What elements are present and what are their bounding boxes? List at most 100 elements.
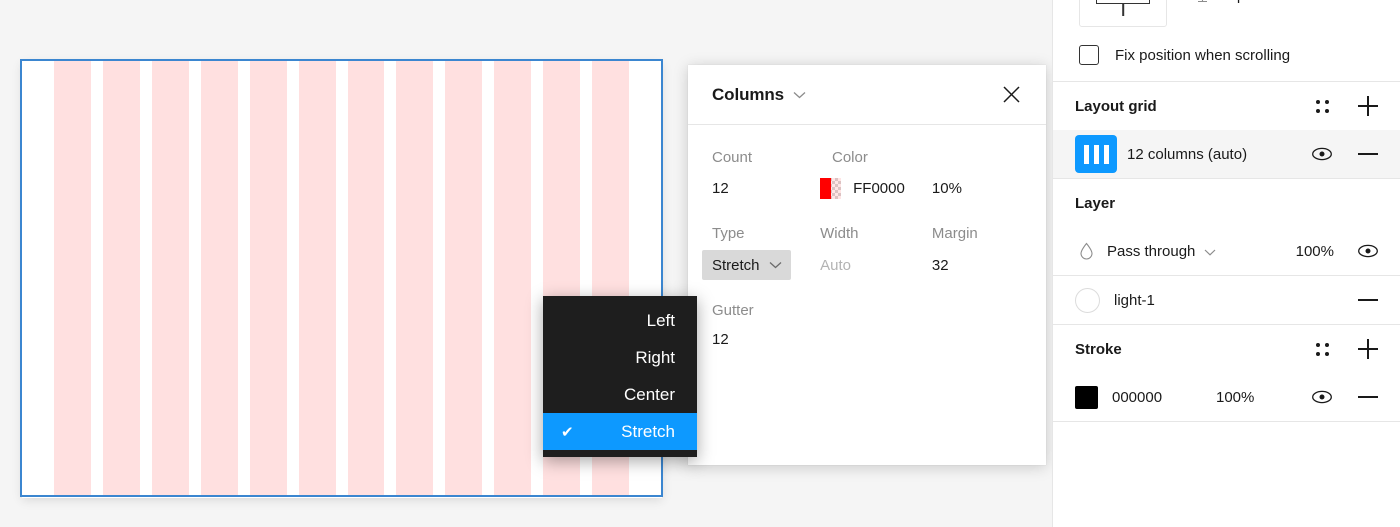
chevron-down-icon[interactable] bbox=[793, 86, 806, 104]
grid-column bbox=[54, 61, 91, 495]
effect-style-row[interactable]: light-1 bbox=[1053, 276, 1400, 324]
grid-gutter bbox=[433, 61, 445, 495]
color-field[interactable]: FF0000 bbox=[820, 178, 932, 199]
grid-gutter bbox=[238, 61, 250, 495]
grid-column bbox=[445, 61, 483, 495]
layout-grid-section: Layout grid 12 columns (auto) bbox=[1053, 82, 1400, 179]
plus-icon[interactable] bbox=[1356, 337, 1380, 361]
columns-grid-icon[interactable] bbox=[1075, 135, 1117, 173]
stroke-color-swatch[interactable] bbox=[1075, 385, 1098, 409]
layout-grid-label: 12 columns (auto) bbox=[1127, 145, 1248, 163]
menu-item-left[interactable]: Left bbox=[543, 302, 697, 339]
layer-title: Layer bbox=[1075, 194, 1116, 212]
fix-position-label: Fix position when scrolling bbox=[1115, 46, 1291, 64]
gutter-input[interactable]: 12 bbox=[712, 331, 832, 348]
menu-item-label: Left bbox=[646, 310, 675, 330]
menu-item-label: Right bbox=[635, 347, 675, 367]
plus-icon[interactable] bbox=[1356, 94, 1380, 118]
minus-icon[interactable] bbox=[1356, 142, 1380, 166]
layer-opacity-input[interactable]: 100% bbox=[1296, 243, 1334, 260]
grid-column bbox=[102, 61, 140, 495]
grid-gutter bbox=[482, 61, 494, 495]
grid-column bbox=[151, 61, 189, 495]
menu-item-label: Stretch bbox=[621, 421, 675, 441]
vertical-constraint-value: Top bbox=[1221, 0, 1245, 4]
styles-icon[interactable] bbox=[1310, 94, 1334, 118]
menu-item-center[interactable]: Center bbox=[543, 376, 697, 413]
grid-gutter bbox=[336, 61, 348, 495]
type-label: Type bbox=[712, 225, 745, 242]
minus-icon[interactable] bbox=[1356, 385, 1380, 409]
grid-gutter bbox=[384, 61, 396, 495]
minus-icon[interactable] bbox=[1356, 288, 1380, 312]
blend-mode-row[interactable]: Pass through 100% bbox=[1053, 227, 1400, 275]
columns-settings-popover[interactable]: Columns Count Color 12 FF0000 10% Type W… bbox=[688, 65, 1046, 465]
type-select[interactable]: Stretch bbox=[702, 250, 791, 280]
properties-panel: Top Fix position when scrolling Layout g… bbox=[1052, 0, 1400, 527]
type-dropdown-menu[interactable]: Left Right Center ✔ Stretch bbox=[543, 296, 697, 457]
fix-position-checkbox[interactable] bbox=[1079, 45, 1099, 65]
fix-position-row[interactable]: Fix position when scrolling bbox=[1053, 29, 1400, 81]
effect-section: light-1 bbox=[1053, 276, 1400, 325]
grid-column bbox=[396, 61, 434, 495]
grid-column bbox=[249, 61, 287, 495]
type-width-margin-values: Stretch Auto 32 bbox=[702, 250, 1022, 280]
count-label: Count bbox=[712, 149, 753, 166]
width-input[interactable]: Auto bbox=[820, 257, 932, 274]
popover-title: Columns bbox=[712, 84, 785, 104]
grid-gutter bbox=[287, 61, 299, 495]
popover-body: Count Color 12 FF0000 10% Type Width Mar… bbox=[688, 125, 1046, 348]
constraints-widget[interactable] bbox=[1079, 0, 1167, 27]
type-select-value: Stretch bbox=[712, 256, 760, 274]
grid-column bbox=[347, 61, 385, 495]
grid-gutter bbox=[91, 61, 103, 495]
blend-mode-icon bbox=[1075, 242, 1097, 260]
menu-item-stretch[interactable]: ✔ Stretch bbox=[543, 413, 697, 450]
layer-header: Layer bbox=[1053, 179, 1400, 227]
layout-grid-header: Layout grid bbox=[1053, 82, 1400, 130]
grid-gutter bbox=[140, 61, 152, 495]
eye-icon[interactable] bbox=[1356, 239, 1380, 263]
gutter-values: 12 bbox=[712, 331, 1022, 348]
gutter-labels: Gutter bbox=[712, 302, 1022, 319]
color-hex-input[interactable]: FF0000 bbox=[853, 180, 905, 197]
menu-item-label: Center bbox=[623, 384, 675, 404]
styles-icon[interactable] bbox=[1310, 337, 1334, 361]
effect-style-swatch[interactable] bbox=[1075, 287, 1100, 313]
effect-style-label: light-1 bbox=[1114, 291, 1155, 309]
grid-column bbox=[200, 61, 238, 495]
type-select-wrap: Stretch bbox=[702, 250, 820, 280]
stroke-opacity-input[interactable]: 100% bbox=[1216, 389, 1254, 406]
count-color-labels: Count Color bbox=[712, 149, 1022, 166]
blend-mode-value: Pass through bbox=[1107, 242, 1196, 260]
popover-header: Columns bbox=[688, 65, 1046, 125]
close-icon[interactable] bbox=[998, 82, 1024, 108]
figma-editor: Columns Count Color 12 FF0000 10% Type W… bbox=[0, 0, 1400, 527]
count-color-values: 12 FF0000 10% bbox=[712, 178, 1022, 199]
menu-item-right[interactable]: Right bbox=[543, 339, 697, 376]
grid-gutter bbox=[189, 61, 201, 495]
align-top-icon bbox=[1195, 0, 1210, 3]
chevron-down-icon bbox=[1254, 0, 1266, 4]
color-swatch[interactable] bbox=[820, 178, 842, 199]
grid-column bbox=[298, 61, 336, 495]
margin-input[interactable]: 32 bbox=[932, 257, 1022, 274]
stroke-hex-input[interactable]: 000000 bbox=[1112, 389, 1216, 406]
stroke-row[interactable]: 000000 100% bbox=[1053, 373, 1400, 421]
color-opacity-input[interactable]: 10% bbox=[932, 180, 1022, 197]
count-input[interactable]: 12 bbox=[712, 180, 820, 197]
color-label: Color bbox=[832, 149, 868, 166]
grid-gutter bbox=[531, 61, 543, 495]
width-label: Width bbox=[820, 225, 859, 242]
layer-section: Layer Pass through 100% bbox=[1053, 179, 1400, 276]
type-width-margin-labels: Type Width Margin bbox=[712, 225, 1022, 242]
eye-icon[interactable] bbox=[1310, 385, 1334, 409]
stroke-section: Stroke 000000 100% bbox=[1053, 325, 1400, 422]
layout-grid-title: Layout grid bbox=[1075, 97, 1157, 115]
constraints-row: Top bbox=[1053, 0, 1400, 29]
stroke-header: Stroke bbox=[1053, 325, 1400, 373]
layout-grid-row[interactable]: 12 columns (auto) bbox=[1053, 130, 1400, 178]
vertical-constraint-select[interactable]: Top bbox=[1195, 0, 1266, 4]
eye-icon[interactable] bbox=[1310, 142, 1334, 166]
constraint-vertical-bar bbox=[1122, 4, 1124, 16]
